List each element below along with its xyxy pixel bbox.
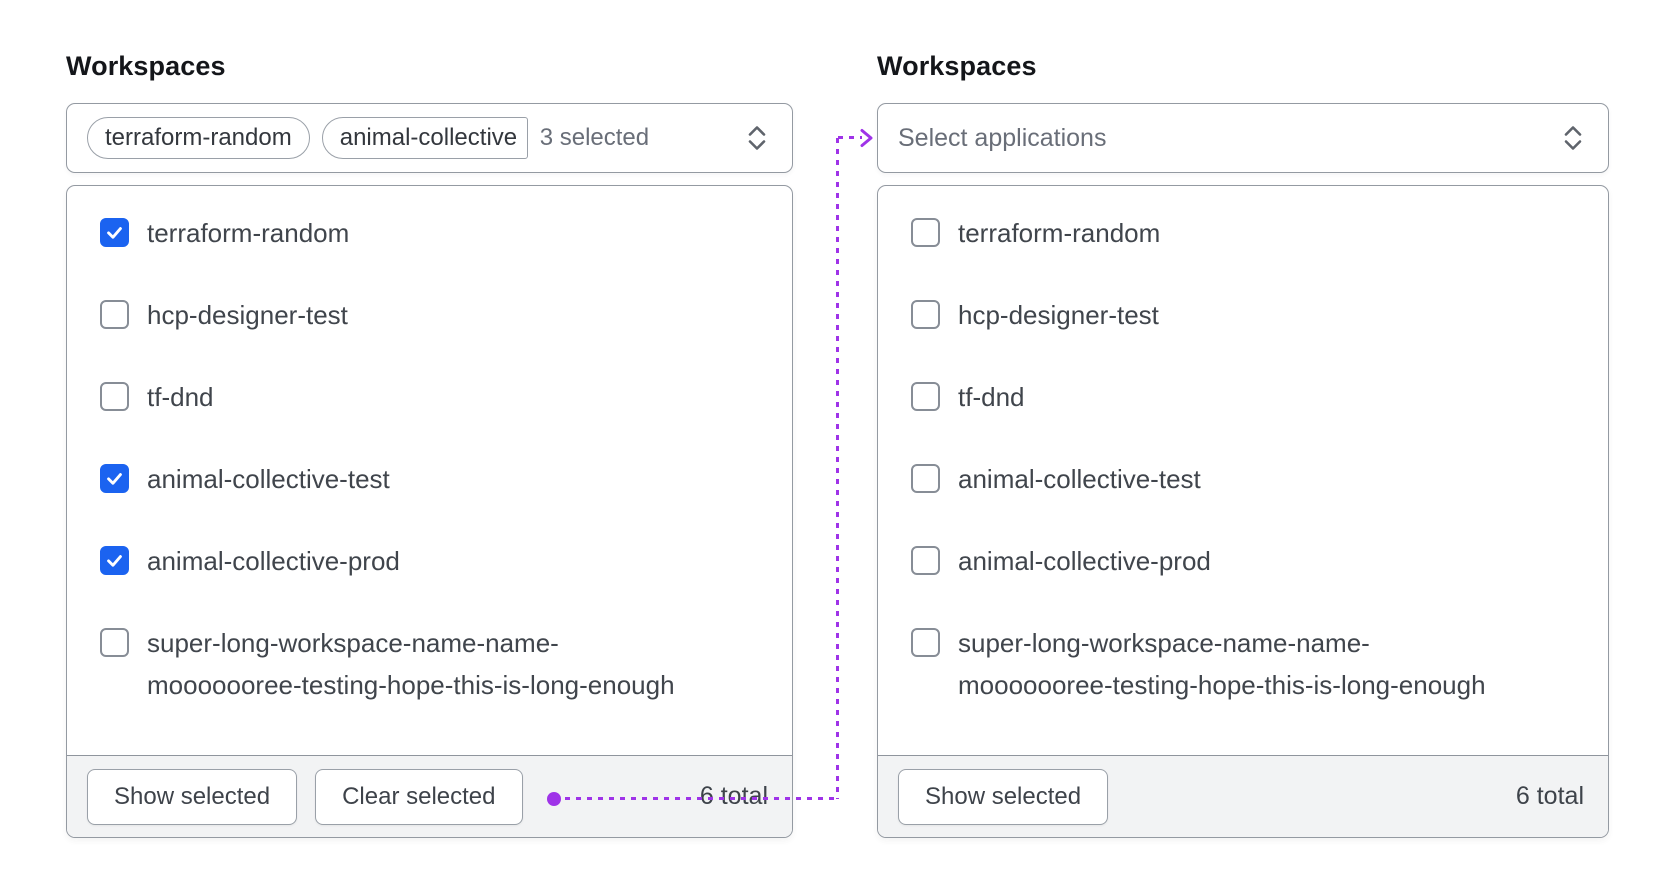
checkbox[interactable] xyxy=(100,464,129,493)
chevron-up-down-icon xyxy=(1564,126,1582,150)
field-label: Workspaces xyxy=(66,51,226,81)
selected-chip: terraform-random xyxy=(87,117,310,159)
check-icon xyxy=(107,555,122,567)
checkbox[interactable] xyxy=(911,218,940,247)
checkbox[interactable] xyxy=(100,218,129,247)
option-row[interactable]: terraform-random xyxy=(100,212,768,254)
checkbox[interactable] xyxy=(911,382,940,411)
checkbox[interactable] xyxy=(911,628,940,657)
multiselect-trigger[interactable]: terraform-random animal-collective 3 sel… xyxy=(66,103,793,173)
trigger-placeholder: Select applications xyxy=(898,123,1107,152)
checkbox[interactable] xyxy=(100,628,129,657)
show-selected-button[interactable]: Show selected xyxy=(87,768,298,825)
option-label: terraform-random xyxy=(958,218,1161,248)
options-listbox: terraform-random hcp-designer-test tf-dn… xyxy=(877,185,1609,838)
option-row[interactable]: animal-collective-test xyxy=(100,458,768,500)
option-row[interactable]: tf-dnd xyxy=(911,376,1584,418)
option-label: terraform-random xyxy=(147,218,350,248)
option-row[interactable]: animal-collective-prod xyxy=(100,540,768,582)
chevron-up-down-icon xyxy=(748,126,766,150)
option-row[interactable]: animal-collective-prod xyxy=(911,540,1584,582)
check-icon xyxy=(107,227,122,239)
option-row[interactable]: animal-collective-test xyxy=(911,458,1584,500)
checkbox[interactable] xyxy=(911,300,940,329)
option-label: tf-dnd xyxy=(958,382,1025,412)
checkbox[interactable] xyxy=(100,382,129,411)
listbox-footer: Show selected 6 total xyxy=(878,755,1608,837)
option-row[interactable]: hcp-designer-test xyxy=(100,294,768,336)
option-label: super-long-workspace-name-name-moooooore… xyxy=(147,628,675,700)
option-label: hcp-designer-test xyxy=(958,300,1159,330)
option-label: animal-collective-test xyxy=(147,464,390,494)
workspaces-multiselect-left: Workspaces terraform-random animal-colle… xyxy=(66,50,793,838)
clear-selected-button[interactable]: Clear selected xyxy=(315,768,523,825)
option-row[interactable]: tf-dnd xyxy=(100,376,768,418)
option-label: super-long-workspace-name-name-moooooore… xyxy=(958,628,1486,700)
total-count: 6 total xyxy=(1515,782,1584,810)
show-selected-button[interactable]: Show selected xyxy=(898,768,1109,825)
option-row[interactable]: super-long-workspace-name-name-moooooore… xyxy=(911,622,1584,706)
option-label: tf-dnd xyxy=(147,382,214,412)
option-label: animal-collective-prod xyxy=(147,546,400,576)
checkbox[interactable] xyxy=(100,546,129,575)
option-row[interactable]: super-long-workspace-name-name-moooooore… xyxy=(100,622,768,706)
workspaces-multiselect-right: Workspaces Select applications terraform… xyxy=(877,50,1609,838)
selected-chip-truncated: animal-collective xyxy=(321,117,528,159)
check-icon xyxy=(107,473,122,485)
checkbox[interactable] xyxy=(100,300,129,329)
options-list: terraform-random hcp-designer-test tf-dn… xyxy=(67,186,792,706)
checkbox[interactable] xyxy=(911,464,940,493)
options-listbox: terraform-random hcp-designer-test tf-dn… xyxy=(66,185,793,838)
connector-line-bottom xyxy=(554,797,838,800)
listbox-footer: Show selected Clear selected 6 total xyxy=(67,755,792,837)
options-list: terraform-random hcp-designer-test tf-dn… xyxy=(878,186,1608,706)
connector-arrowhead-icon xyxy=(860,129,873,147)
option-label: hcp-designer-test xyxy=(147,300,348,330)
checkbox[interactable] xyxy=(911,546,940,575)
connector-line-vertical xyxy=(836,138,839,799)
multiselect-trigger[interactable]: Select applications xyxy=(877,103,1609,173)
selected-count: 3 selected xyxy=(539,124,650,151)
option-label: animal-collective-test xyxy=(958,464,1201,494)
option-row[interactable]: terraform-random xyxy=(911,212,1584,254)
option-label: animal-collective-prod xyxy=(958,546,1211,576)
field-label: Workspaces xyxy=(877,51,1037,81)
option-row[interactable]: hcp-designer-test xyxy=(911,294,1584,336)
